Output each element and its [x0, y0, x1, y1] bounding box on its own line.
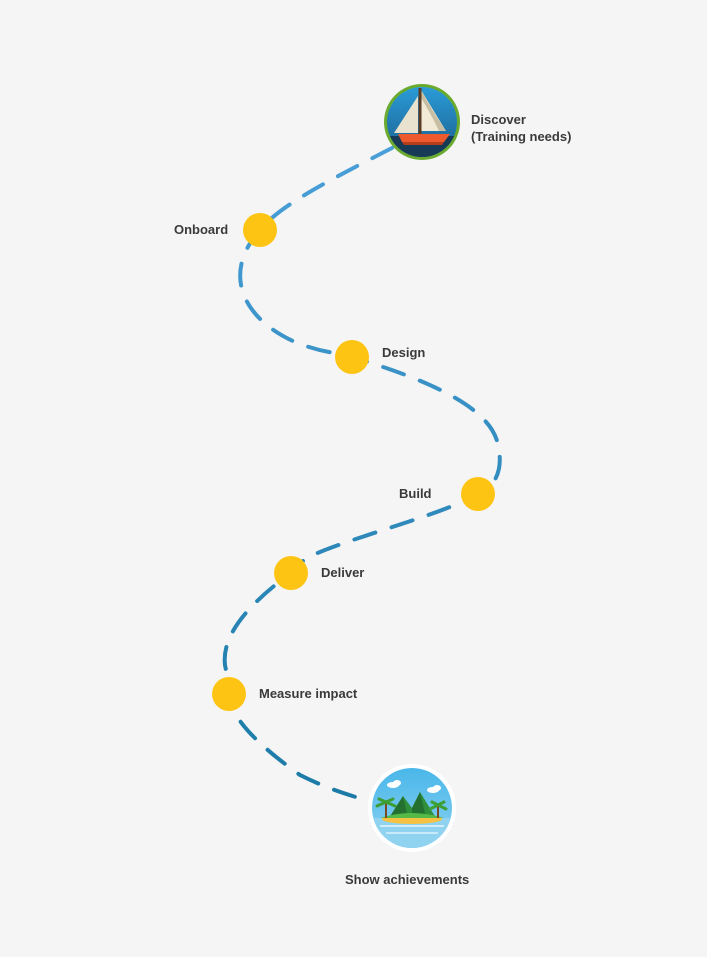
milestone-label-show-achievements: Show achievements: [345, 872, 470, 887]
island-icon: [368, 764, 456, 852]
sailboat-icon: [384, 84, 460, 160]
discover-label: Discover: [471, 112, 526, 127]
milestone-label-deliver: Deliver: [321, 565, 365, 580]
milestone-label-build: Build: [399, 486, 432, 501]
milestone-design: [335, 340, 369, 374]
discover-sublabel: (Training needs): [471, 129, 572, 144]
journey-diagram: Discover (Training needs) Onboard Design…: [0, 0, 707, 957]
milestone-measure-impact: [212, 677, 246, 711]
milestone-label-onboard: Onboard: [174, 222, 229, 237]
milestone-label-design: Design: [382, 345, 426, 360]
milestone-onboard: [243, 213, 277, 247]
milestone-label-measure-impact: Measure impact: [259, 686, 358, 701]
milestone-label-discover: Discover (Training needs): [471, 111, 571, 145]
milestone-build: [461, 477, 495, 511]
milestone-deliver: [274, 556, 308, 590]
journey-graphic: [212, 84, 502, 852]
